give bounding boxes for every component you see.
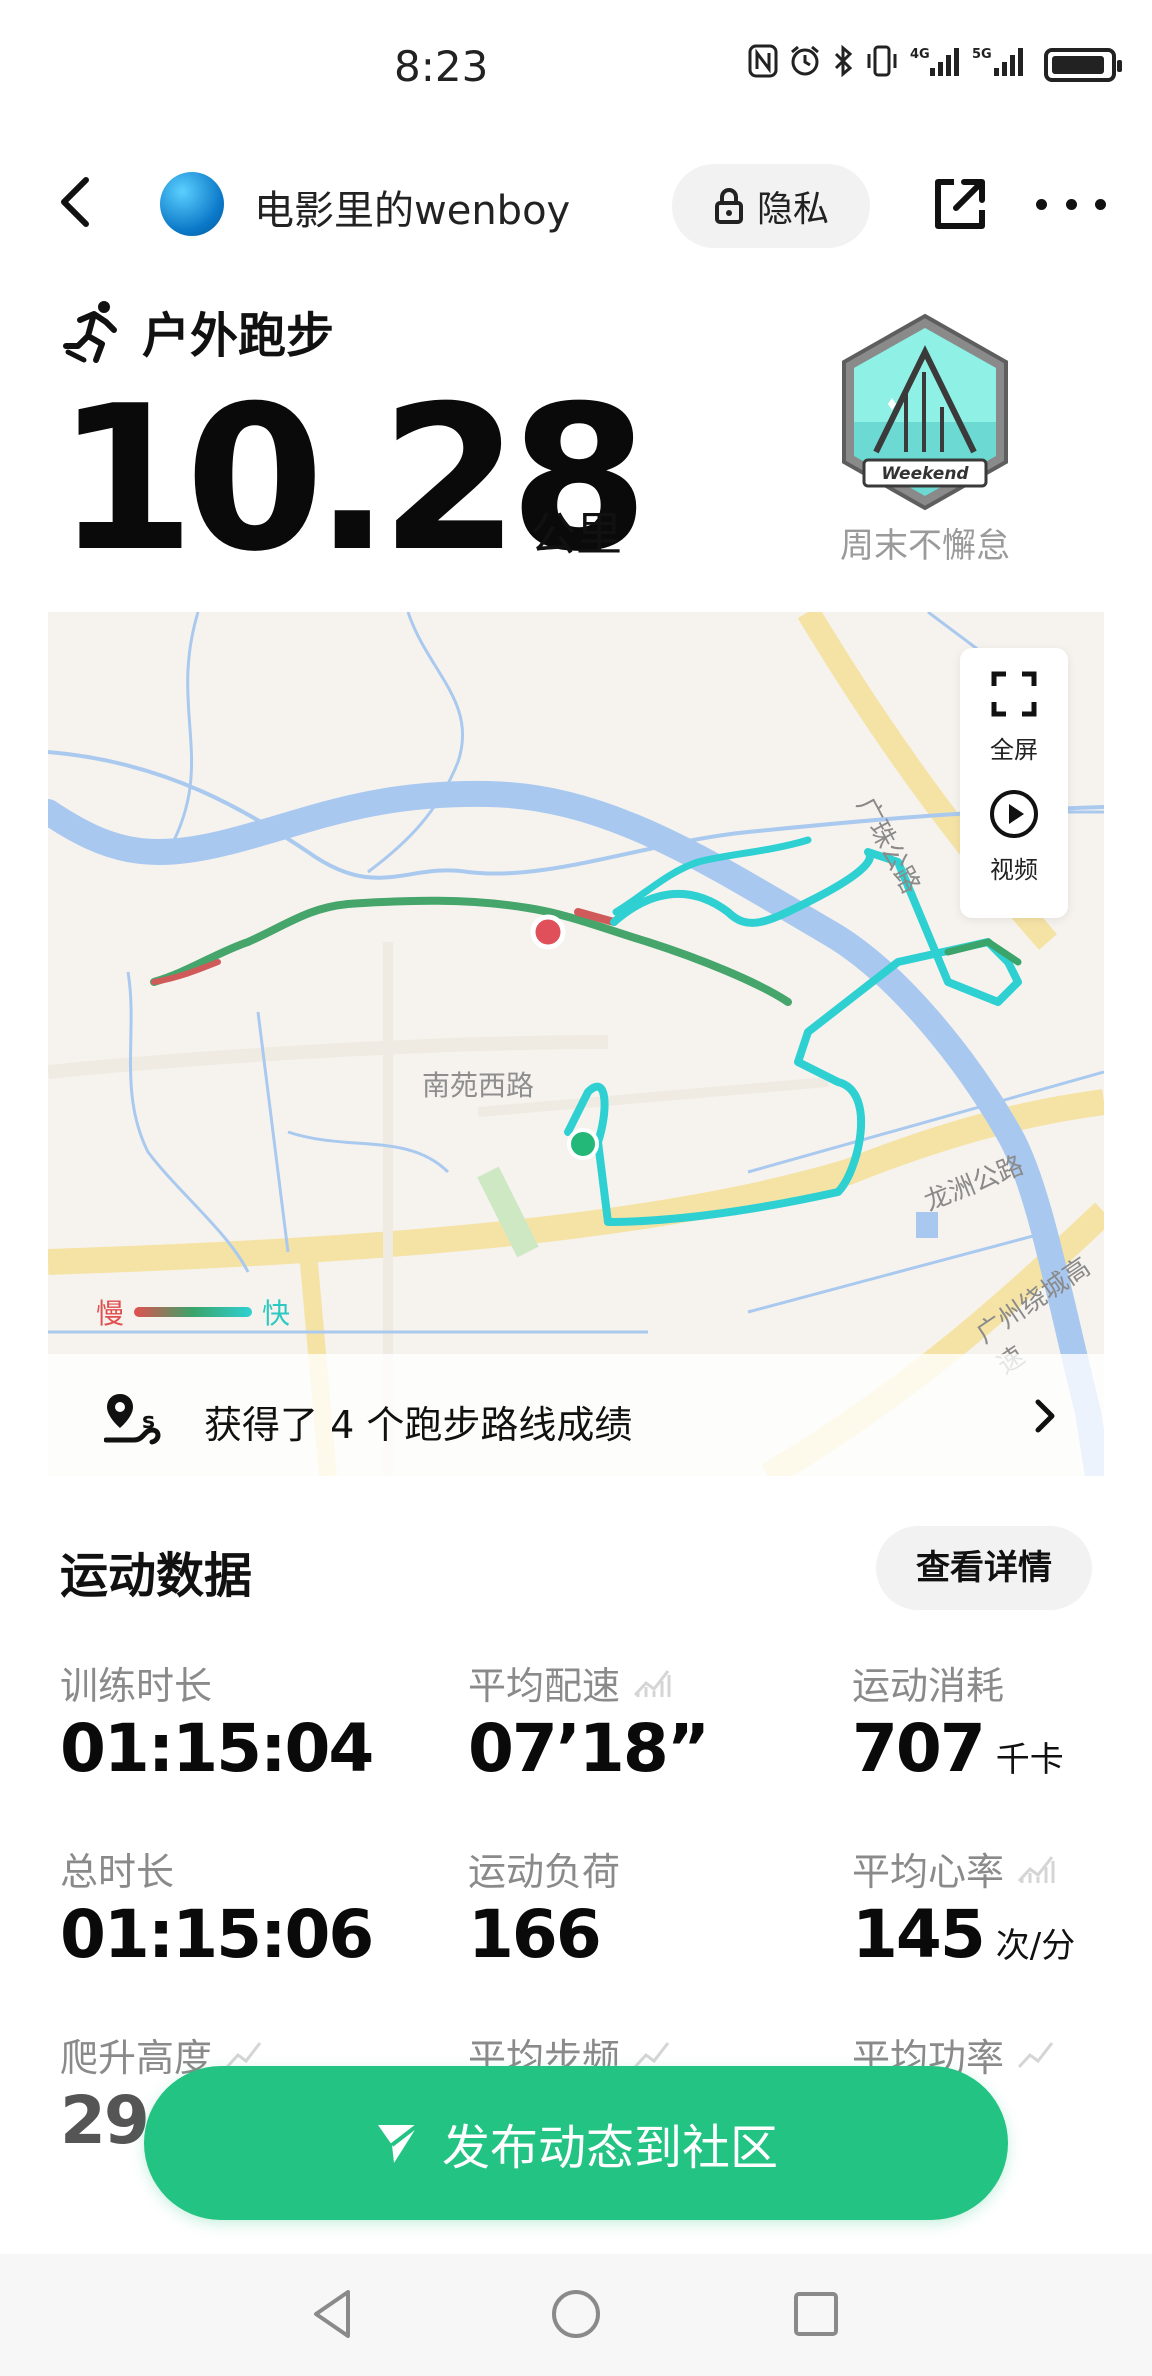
legend-fast-label: 快 — [262, 1297, 291, 1330]
stat-value: 145 — [852, 1896, 986, 1973]
4g-signal-icon: 4G — [910, 44, 962, 85]
stat-unit: 次/分 — [995, 1926, 1076, 1966]
stat-label: 平均配速 — [468, 1663, 621, 1708]
share-button[interactable] — [930, 174, 990, 234]
pace-legend: 慢 快 — [96, 1292, 290, 1332]
stat-unit: 千卡 — [995, 1740, 1064, 1780]
nav-back-button[interactable] — [304, 2284, 364, 2344]
nav-recents-button[interactable] — [786, 2284, 846, 2344]
lock-icon — [714, 188, 743, 224]
distance-unit: 公里 — [530, 507, 622, 561]
stat-value: 01:15:04 — [60, 1710, 374, 1787]
stat-label: 运动消耗 — [852, 1663, 1005, 1708]
battery-icon — [1044, 47, 1122, 82]
system-nav-bar — [0, 2254, 1152, 2376]
nfc-icon — [748, 44, 778, 85]
stat-average-pace[interactable]: 平均配速 07’18” — [468, 1656, 828, 1782]
chevron-right-icon — [1035, 1399, 1055, 1433]
trend-chart-icon — [1017, 2042, 1054, 2069]
header: 电影里的wenboy 隐私 — [0, 150, 1152, 260]
stat-training-duration: 训练时长 01:15:04 — [60, 1656, 420, 1782]
bluetooth-icon — [832, 44, 854, 85]
privacy-button[interactable]: 隐私 — [672, 164, 870, 248]
avatar[interactable] — [160, 172, 224, 236]
stats-title: 运动数据 — [60, 1548, 253, 1604]
alarm-icon — [788, 44, 822, 85]
stat-value: 166 — [468, 1896, 602, 1973]
status-bar: 8:23 4G 5G — [0, 0, 1152, 136]
stat-calories: 运动消耗 707 千卡 — [852, 1656, 1152, 1782]
status-time: 8:23 — [394, 42, 489, 91]
stat-label: 总时长 — [60, 1849, 175, 1894]
stat-value: 29 — [60, 2082, 150, 2159]
privacy-label: 隐私 — [756, 189, 829, 230]
video-label: 视频 — [990, 856, 1038, 884]
svg-text:s: s — [142, 1409, 155, 1434]
share-icon — [935, 179, 985, 229]
stat-training-load: 运动负荷 166 — [468, 1842, 828, 1968]
stat-label: 训练时长 — [60, 1663, 213, 1708]
street-label: 南苑西路 — [422, 1069, 535, 1102]
stat-label: 平均心率 — [852, 1849, 1005, 1894]
activity-type-label: 户外跑步 — [142, 308, 335, 364]
badge-text: Weekend — [881, 464, 969, 484]
legend-gradient-bar — [134, 1307, 253, 1317]
svg-text:5G: 5G — [972, 47, 992, 62]
weekend-badge[interactable]: Weekend — [836, 312, 1014, 512]
badge-label: 周末不懈怠 — [840, 526, 1010, 566]
stat-value: 707 — [852, 1710, 986, 1787]
stat-value: 07’18” — [468, 1710, 710, 1787]
play-icon — [990, 790, 1038, 838]
username[interactable]: 电影里的wenboy — [254, 178, 570, 236]
map-base — [48, 612, 1104, 1476]
route-pin-icon: s — [104, 1394, 161, 1445]
triangle-back-icon — [314, 2290, 350, 2338]
route-map[interactable]: 南苑西路 广珠公路 龙洲公路 广州绕城高速 全屏 视频 慢 快 s 获得了 4 … — [48, 612, 1104, 1476]
view-details-button[interactable]: 查看详情 — [876, 1526, 1092, 1610]
publish-to-community-button[interactable]: 发布动态到社区 — [144, 2066, 1008, 2220]
map-controls: 全屏 视频 — [960, 648, 1068, 918]
square-recents-icon — [794, 2292, 838, 2336]
back-arrow-icon — [61, 177, 89, 227]
stat-average-heart-rate[interactable]: 平均心率 145 次/分 — [852, 1842, 1152, 1968]
status-icons: 4G 5G — [748, 44, 1122, 85]
publish-label: 发布动态到社区 — [441, 2120, 778, 2176]
fullscreen-icon — [991, 671, 1037, 717]
5g-signal-icon: 5G — [972, 44, 1034, 85]
trend-chart-icon — [1017, 1856, 1055, 1883]
stat-total-duration: 总时长 01:15:06 — [60, 1842, 420, 1968]
trend-chart-icon — [633, 1670, 671, 1697]
route-records-text: 获得了 4 个跑步路线成绩 — [204, 1403, 633, 1447]
send-icon — [377, 2123, 420, 2163]
route-records-row[interactable]: s 获得了 4 个跑步路线成绩 — [48, 1354, 1104, 1476]
vibrate-icon — [864, 44, 900, 85]
back-button[interactable] — [48, 172, 108, 232]
activity-type: 户外跑步 — [60, 296, 334, 366]
fullscreen-button[interactable]: 全屏 — [960, 648, 1068, 768]
video-button[interactable]: 视频 — [960, 778, 1068, 908]
fullscreen-label: 全屏 — [990, 736, 1038, 764]
more-button[interactable] — [1036, 174, 1106, 234]
stat-label: 运动负荷 — [468, 1849, 621, 1894]
svg-text:4G: 4G — [910, 47, 930, 62]
circle-home-icon — [552, 2290, 600, 2338]
nav-home-button[interactable] — [546, 2284, 606, 2344]
stat-value: 01:15:06 — [60, 1896, 374, 1973]
running-icon — [63, 301, 117, 363]
legend-slow-label: 慢 — [96, 1297, 125, 1330]
